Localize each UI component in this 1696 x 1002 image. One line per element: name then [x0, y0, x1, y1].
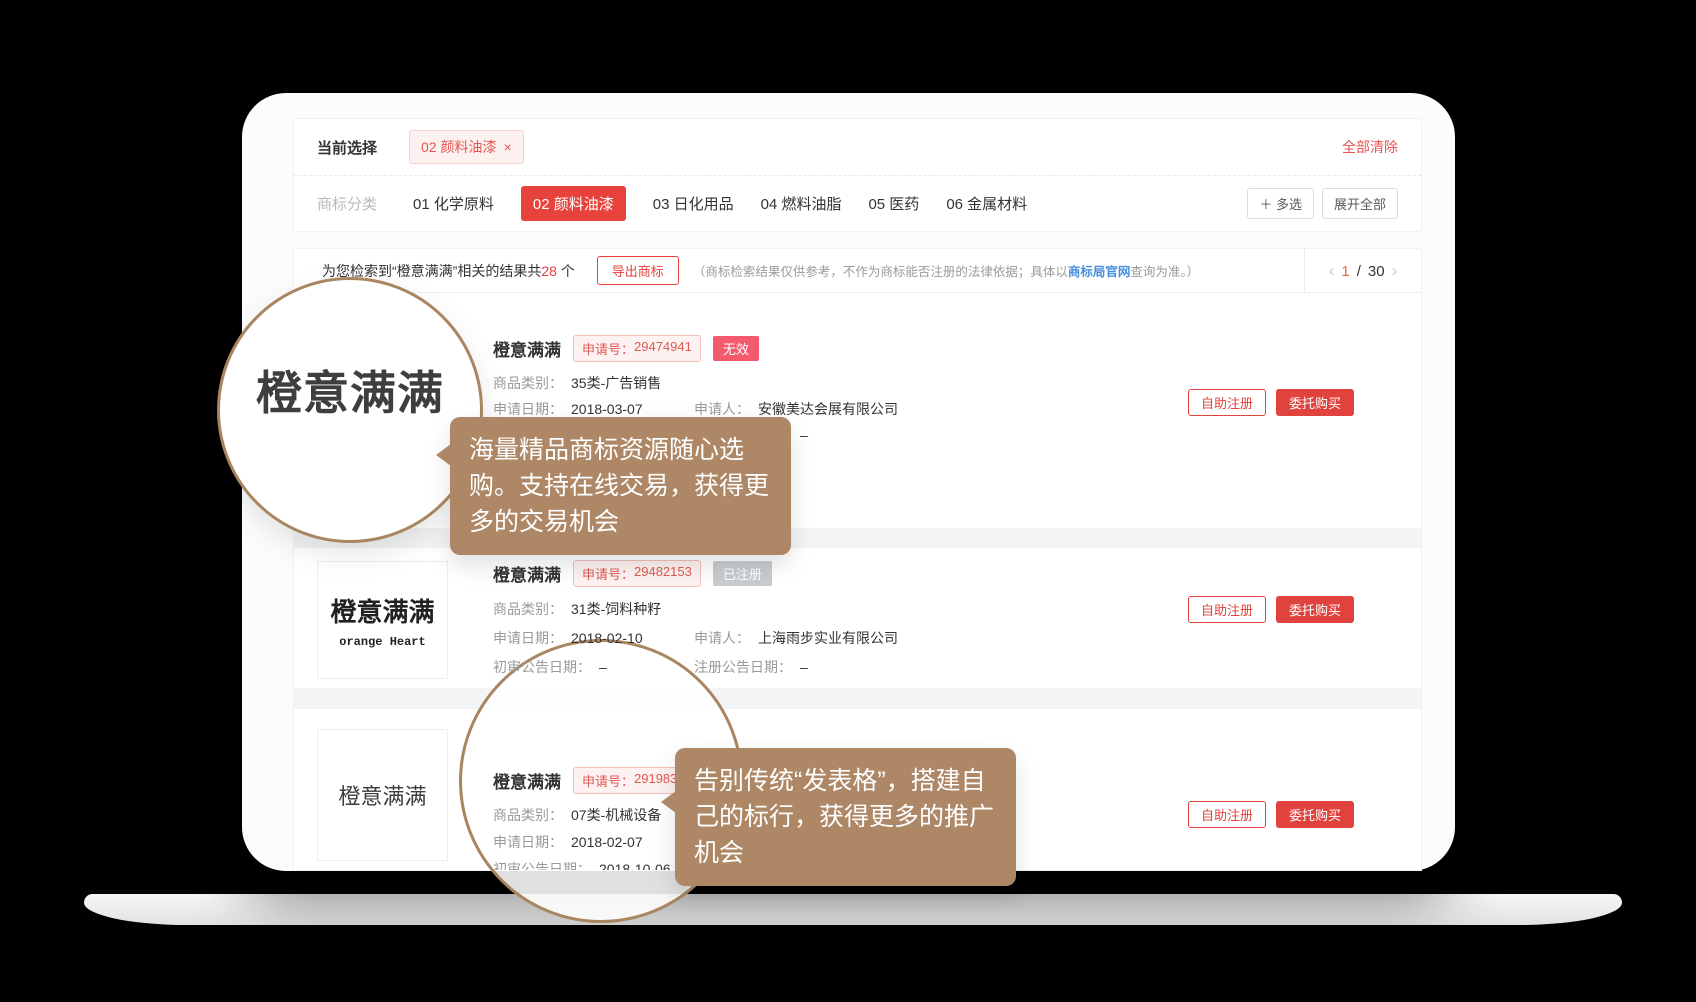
magnifier-circle-zoomed-trademark: 橙意满满 — [217, 277, 483, 543]
field-label: 商品类别： — [493, 375, 563, 391]
trademark-name[interactable]: 橙意满满 — [493, 768, 561, 793]
filter-card: 当前选择 02 颜料油漆 × 全部清除 商标分类 01 化学原料 02 颜料油漆… — [293, 118, 1422, 232]
row-2-actions: 自助注册 委托购买 — [1188, 596, 1354, 623]
category-item-02-active[interactable]: 02 颜料油漆 — [521, 186, 626, 221]
category-item-04[interactable]: 04 燃料油脂 — [761, 193, 842, 214]
row-1-actions: 自助注册 委托购买 — [1188, 389, 1354, 416]
field-label: 初审公告日期： — [493, 659, 591, 675]
current-selection-label: 当前选择 — [317, 137, 377, 158]
trademark-name[interactable]: 橙意满满 — [493, 336, 561, 361]
row-divider — [294, 688, 1422, 709]
field-label: 商品类别： — [493, 807, 563, 823]
application-number-value: 29482153 — [634, 564, 692, 583]
tooltip-tail-icon — [661, 791, 676, 813]
disclaimer-post: 查询为准。） — [1130, 265, 1199, 279]
application-number-label: 申请号： — [582, 339, 634, 358]
row-3-info: 橙意满满 申请号：29198321 商品类别：07类-机械设备 申请日期：201… — [493, 767, 701, 871]
status-badge-registered: 已注册 — [713, 561, 772, 586]
selected-filter-tag[interactable]: 02 颜料油漆 × — [409, 130, 524, 164]
field-value: 2018-02-07 — [571, 834, 643, 850]
row-3-actions: 自助注册 委托购买 — [1188, 801, 1354, 828]
field-value: 上海雨步实业有限公司 — [758, 630, 898, 646]
field-value: 安徽美达会展有限公司 — [758, 401, 898, 417]
thumbnail-main-text: 橙意满满 — [330, 592, 434, 629]
field-value: 2018-02-10 — [571, 630, 643, 646]
entrust-purchase-button[interactable]: 委托购买 — [1276, 389, 1354, 416]
field-label: 申请日期： — [493, 401, 563, 417]
multi-select-button[interactable]: ＋ 多选 — [1247, 188, 1314, 219]
field-label: 申请日期： — [493, 834, 563, 850]
trademark-name[interactable]: 橙意满满 — [493, 561, 561, 586]
tooltip-text: 海量精品商标资源随心选购。支持在线交易，获得更多的交易机会 — [469, 436, 769, 536]
field-label: 申请日期： — [493, 630, 563, 646]
self-register-button[interactable]: 自助注册 — [1188, 596, 1266, 623]
field-label: 申请人： — [694, 401, 750, 417]
category-item-03[interactable]: 03 日化用品 — [653, 193, 734, 214]
field-value: – — [599, 659, 607, 675]
field-value: 07类-机械设备 — [571, 807, 661, 823]
category-item-06[interactable]: 06 金属材料 — [946, 193, 1027, 214]
category-label: 商标分类 — [317, 193, 377, 214]
category-item-05[interactable]: 05 医药 — [868, 193, 919, 214]
tooltip-promotion: 告别传统“发表格”，搭建自己的标行，获得更多的推广机会 — [675, 748, 1016, 886]
results-header: 为您检索到“橙意满满”相关的结果共28 个 导出商标 （商标检索结果仅供参考，不… — [294, 249, 1421, 293]
trademark-thumbnail-3[interactable]: 橙意满满 — [317, 729, 448, 861]
field-value: – — [800, 659, 808, 675]
export-trademarks-button[interactable]: 导出商标 — [597, 256, 679, 285]
trademark-thumbnail-2[interactable]: 橙意满满 orange Heart — [317, 561, 448, 679]
trademark-office-link[interactable]: 商标局官网 — [1068, 265, 1131, 279]
disclaimer-pre: （商标检索结果仅供参考，不作为商标能否注册的法律依据；具体以 — [693, 265, 1068, 279]
field-label: 注册公告日期： — [694, 659, 792, 675]
results-summary-suffix: 个 — [557, 263, 575, 279]
prev-page-icon[interactable]: ‹ — [1329, 261, 1335, 281]
clear-all-button[interactable]: 全部清除 — [1342, 137, 1398, 157]
application-number-badge: 申请号：29482153 — [573, 560, 701, 587]
results-count: 28 — [541, 263, 557, 279]
category-row: 商标分类 01 化学原料 02 颜料油漆 03 日化用品 04 燃料油脂 05 … — [294, 175, 1421, 231]
field-value: – — [800, 427, 808, 443]
total-pages: 30 — [1368, 263, 1385, 280]
tooltip-tail-icon — [436, 444, 451, 466]
category-tools: ＋ 多选 展开全部 — [1247, 188, 1398, 219]
thumbnail-main-text: 橙意满满 — [338, 779, 426, 811]
tooltip-marketplace: 海量精品商标资源随心选购。支持在线交易，获得更多的交易机会 — [450, 417, 791, 555]
current-selection-row: 当前选择 02 颜料油漆 × 全部清除 — [294, 119, 1421, 175]
field-label: 申请人： — [694, 630, 750, 646]
stage: 当前选择 02 颜料油漆 × 全部清除 商标分类 01 化学原料 02 颜料油漆… — [0, 0, 1696, 1002]
application-number-badge: 申请号：29474941 — [573, 335, 701, 362]
field-value: 35类-广告销售 — [571, 375, 661, 391]
field-value: 2018-10-06 — [599, 861, 671, 871]
result-row-2: 橙意满满 orange Heart 橙意满满 申请号：29482153 已注册 … — [294, 548, 1422, 688]
disclaimer-text: （商标检索结果仅供参考，不作为商标能否注册的法律依据；具体以商标局官网查询为准。… — [693, 261, 1199, 280]
pagination: ‹ 1 / 30 › — [1304, 249, 1421, 293]
selected-filter-tag-text: 02 颜料油漆 — [421, 137, 496, 157]
magnified-trademark-text: 橙意满满 — [256, 357, 444, 423]
tooltip-text: 告别传统“发表格”，搭建自己的标行，获得更多的推广机会 — [694, 767, 994, 867]
tag-close-icon[interactable]: × — [503, 139, 511, 155]
page-separator: / — [1357, 263, 1361, 280]
application-number-label: 申请号： — [582, 564, 634, 583]
field-value: 2018-03-07 — [571, 401, 643, 417]
self-register-button[interactable]: 自助注册 — [1188, 801, 1266, 828]
entrust-purchase-button[interactable]: 委托购买 — [1276, 596, 1354, 623]
category-list: 01 化学原料 02 颜料油漆 03 日化用品 04 燃料油脂 05 医药 06… — [413, 186, 1027, 221]
thumbnail-sub-text: orange Heart — [339, 635, 425, 649]
next-page-icon[interactable]: › — [1392, 261, 1398, 281]
application-number-label: 申请号： — [582, 771, 634, 790]
expand-all-button[interactable]: 展开全部 — [1322, 188, 1398, 219]
row-2-info: 橙意满满 申请号：29482153 已注册 商品类别： 31类-饲料种籽 申请日期… — [493, 560, 772, 682]
application-number-value: 29474941 — [634, 339, 692, 358]
field-label: 商品类别： — [493, 601, 563, 617]
status-badge-invalid: 无效 — [713, 336, 759, 361]
laptop-base — [84, 894, 1622, 925]
self-register-button[interactable]: 自助注册 — [1188, 389, 1266, 416]
current-page: 1 — [1341, 263, 1349, 280]
category-item-01[interactable]: 01 化学原料 — [413, 193, 494, 214]
field-label: 初审公告日期： — [493, 861, 591, 871]
field-value: 31类-饲料种籽 — [571, 601, 661, 617]
entrust-purchase-button[interactable]: 委托购买 — [1276, 801, 1354, 828]
